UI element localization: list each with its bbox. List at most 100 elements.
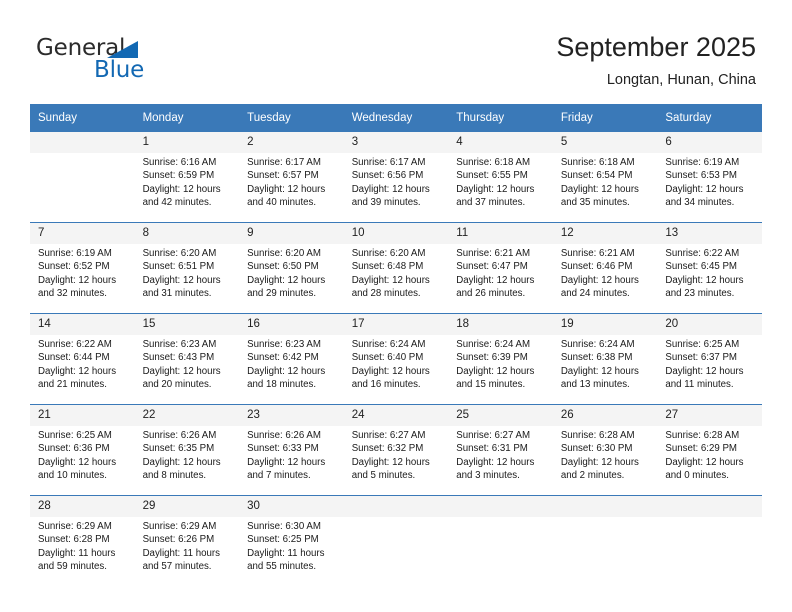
detail-daylight-line1: Daylight: 12 hours (560, 456, 639, 468)
detail-sunrise: Sunrise: 6:20 AM (351, 248, 426, 259)
day-number: 7 (30, 223, 135, 244)
calendar-day-cell[interactable]: 11 Sunrise: 6:21 AM Sunset: 6:47 PM Dayligh… (448, 222, 553, 314)
day-cell-inner: 28 Sunrise: 6:29 AM Sunset: 6:28 PM Dayligh… (30, 496, 135, 586)
page-title: September 2025 (556, 32, 756, 62)
calendar-day-cell[interactable]: 26 Sunrise: 6:28 AM Sunset: 6:30 PM Dayligh… (552, 404, 658, 496)
day-cell-inner (30, 132, 135, 222)
detail-sunrise: Sunrise: 6:24 AM (560, 339, 635, 350)
day-cell-inner: 2 Sunrise: 6:17 AM Sunset: 6:57 PM Daylight… (239, 132, 344, 222)
page-subtitle-location: Longtan, Hunan, China (606, 72, 756, 88)
detail-daylight-line2: and 11 minutes. (665, 379, 734, 391)
detail-sunrise: Sunrise: 6:21 AM (560, 248, 635, 259)
calendar-day-cell[interactable]: 6 Sunrise: 6:19 AM Sunset: 6:53 PM Daylight… (657, 132, 762, 223)
calendar-day-cell[interactable]: 17 Sunrise: 6:24 AM Sunset: 6:40 PM Dayligh… (343, 313, 449, 405)
detail-sunset: Sunset: 6:29 PM (665, 443, 737, 455)
calendar-day-cell[interactable]: 21 Sunrise: 6:25 AM Sunset: 6:36 PM Dayligh… (30, 404, 135, 496)
calendar-day-cell[interactable]: 30 Sunrise: 6:30 AM Sunset: 6:25 PM Dayligh… (239, 495, 344, 586)
detail-sunset: Sunset: 6:45 PM (665, 261, 737, 273)
weekday-header-tuesday: Tuesday (239, 104, 344, 132)
day-cell-inner: 16 Sunrise: 6:23 AM Sunset: 6:42 PM Dayligh… (239, 314, 344, 404)
day-cell-inner: 1 Sunrise: 6:16 AM Sunset: 6:59 PM Daylight… (134, 132, 240, 222)
calendar-day-cell[interactable]: 1 Sunrise: 6:16 AM Sunset: 6:59 PM Daylight… (134, 132, 240, 223)
day-number: 3 (343, 132, 449, 153)
detail-sunset: Sunset: 6:28 PM (38, 534, 110, 546)
calendar-day-cell[interactable]: 14 Sunrise: 6:22 AM Sunset: 6:44 PM Dayligh… (30, 313, 135, 405)
detail-sunrise: Sunrise: 6:22 AM (665, 248, 740, 259)
calendar-day-cell[interactable]: 23 Sunrise: 6:26 AM Sunset: 6:33 PM Dayligh… (239, 404, 344, 496)
detail-sunrise: Sunrise: 6:18 AM (456, 157, 531, 168)
calendar-day-cell[interactable]: 2 Sunrise: 6:17 AM Sunset: 6:57 PM Daylight… (239, 132, 344, 223)
detail-sunrise: Sunrise: 6:17 AM (351, 157, 426, 168)
detail-sunset: Sunset: 6:42 PM (247, 352, 319, 364)
day-number: 19 (552, 314, 658, 335)
calendar-day-cell[interactable]: 15 Sunrise: 6:23 AM Sunset: 6:43 PM Dayligh… (134, 313, 240, 405)
detail-daylight-line2: and 21 minutes. (38, 379, 107, 391)
calendar-week-row: 21 Sunrise: 6:25 AM Sunset: 6:36 PM Dayligh… (30, 404, 762, 496)
calendar-day-cell[interactable]: 3 Sunrise: 6:17 AM Sunset: 6:56 PM Daylight… (343, 132, 449, 223)
day-details: Sunrise: 6:29 AM Sunset: 6:26 PM Daylight:… (135, 517, 240, 574)
day-cell-inner: 10 Sunrise: 6:20 AM Sunset: 6:48 PM Dayligh… (343, 223, 449, 313)
calendar-page: General Blue September 2025 Longtan, Hun… (0, 0, 792, 612)
detail-daylight-line2: and 3 minutes. (456, 470, 520, 482)
calendar-day-cell[interactable]: 12 Sunrise: 6:21 AM Sunset: 6:46 PM Dayligh… (552, 222, 658, 314)
detail-sunset: Sunset: 6:52 PM (38, 261, 110, 273)
detail-daylight-line2: and 57 minutes. (142, 561, 212, 573)
detail-daylight-line2: and 28 minutes. (351, 288, 421, 300)
calendar-day-cell[interactable]: 27 Sunrise: 6:28 AM Sunset: 6:29 PM Dayligh… (657, 404, 762, 496)
detail-daylight-line1: Daylight: 12 hours (560, 365, 639, 377)
detail-sunrise: Sunrise: 6:21 AM (456, 248, 531, 259)
detail-daylight-line1: Daylight: 12 hours (351, 274, 430, 286)
calendar-day-cell[interactable]: 24 Sunrise: 6:27 AM Sunset: 6:32 PM Dayligh… (343, 404, 449, 496)
calendar-day-cell[interactable]: 19 Sunrise: 6:24 AM Sunset: 6:38 PM Dayligh… (552, 313, 658, 405)
calendar-day-cell-empty (30, 132, 135, 223)
calendar-day-cell[interactable]: 8 Sunrise: 6:20 AM Sunset: 6:51 PM Daylight… (134, 222, 240, 314)
day-cell-inner: 19 Sunrise: 6:24 AM Sunset: 6:38 PM Dayligh… (552, 314, 658, 404)
day-number: 23 (239, 405, 344, 426)
calendar-day-cell[interactable]: 5 Sunrise: 6:18 AM Sunset: 6:54 PM Daylight… (552, 132, 658, 223)
detail-sunrise: Sunrise: 6:27 AM (456, 430, 531, 441)
day-details: Sunrise: 6:27 AM Sunset: 6:31 PM Daylight:… (448, 426, 553, 483)
day-cell-inner: 11 Sunrise: 6:21 AM Sunset: 6:47 PM Dayligh… (448, 223, 553, 313)
day-number: 4 (448, 132, 553, 153)
detail-sunset: Sunset: 6:53 PM (665, 170, 737, 182)
calendar-day-cell[interactable]: 29 Sunrise: 6:29 AM Sunset: 6:26 PM Dayligh… (134, 495, 240, 586)
detail-daylight-line2: and 18 minutes. (247, 379, 317, 391)
day-cell-inner: 29 Sunrise: 6:29 AM Sunset: 6:26 PM Dayligh… (134, 496, 240, 586)
detail-daylight-line1: Daylight: 12 hours (142, 456, 221, 468)
detail-daylight-line1: Daylight: 12 hours (247, 365, 326, 377)
day-number: 16 (239, 314, 344, 335)
detail-sunrise: Sunrise: 6:24 AM (456, 339, 531, 350)
detail-daylight-line1: Daylight: 12 hours (142, 274, 221, 286)
day-number (552, 496, 658, 517)
day-number: 13 (657, 223, 762, 244)
calendar-day-cell[interactable]: 18 Sunrise: 6:24 AM Sunset: 6:39 PM Dayligh… (448, 313, 553, 405)
detail-sunset: Sunset: 6:48 PM (351, 261, 424, 273)
day-number: 2 (239, 132, 344, 153)
detail-daylight-line1: Daylight: 12 hours (142, 365, 221, 377)
detail-daylight-line1: Daylight: 12 hours (247, 274, 326, 286)
detail-daylight-line2: and 7 minutes. (247, 470, 311, 482)
day-details: Sunrise: 6:16 AM Sunset: 6:59 PM Daylight:… (135, 153, 240, 210)
calendar-day-cell[interactable]: 22 Sunrise: 6:26 AM Sunset: 6:35 PM Dayligh… (134, 404, 240, 496)
calendar-day-cell[interactable]: 25 Sunrise: 6:27 AM Sunset: 6:31 PM Dayligh… (448, 404, 553, 496)
day-details: Sunrise: 6:23 AM Sunset: 6:42 PM Daylight:… (239, 335, 344, 392)
day-details: Sunrise: 6:19 AM Sunset: 6:53 PM Daylight:… (657, 153, 762, 210)
day-details: Sunrise: 6:18 AM Sunset: 6:55 PM Daylight:… (448, 153, 553, 210)
detail-daylight-line2: and 35 minutes. (560, 197, 630, 209)
day-number: 9 (239, 223, 344, 244)
calendar-day-cell[interactable]: 7 Sunrise: 6:19 AM Sunset: 6:52 PM Daylight… (30, 222, 135, 314)
detail-daylight-line2: and 20 minutes. (142, 379, 212, 391)
general-blue-logo[interactable]: General Blue (36, 36, 236, 88)
day-number: 14 (30, 314, 135, 335)
calendar-day-cell[interactable]: 28 Sunrise: 6:29 AM Sunset: 6:28 PM Dayligh… (30, 495, 135, 586)
calendar-day-cell[interactable]: 20 Sunrise: 6:25 AM Sunset: 6:37 PM Dayligh… (657, 313, 762, 405)
calendar-day-cell[interactable]: 4 Sunrise: 6:18 AM Sunset: 6:55 PM Daylight… (448, 132, 553, 223)
day-details: Sunrise: 6:20 AM Sunset: 6:48 PM Daylight:… (344, 244, 449, 301)
detail-daylight-line2: and 59 minutes. (38, 561, 107, 573)
calendar-day-cell[interactable]: 16 Sunrise: 6:23 AM Sunset: 6:42 PM Dayligh… (239, 313, 344, 405)
day-cell-inner: 30 Sunrise: 6:30 AM Sunset: 6:25 PM Dayligh… (239, 496, 344, 586)
calendar-day-cell[interactable]: 10 Sunrise: 6:20 AM Sunset: 6:48 PM Dayligh… (343, 222, 449, 314)
calendar-day-cell[interactable]: 9 Sunrise: 6:20 AM Sunset: 6:50 PM Daylight… (239, 222, 344, 314)
day-cell-inner: 8 Sunrise: 6:20 AM Sunset: 6:51 PM Daylight… (134, 223, 240, 313)
calendar-day-cell[interactable]: 13 Sunrise: 6:22 AM Sunset: 6:45 PM Dayligh… (657, 222, 762, 314)
